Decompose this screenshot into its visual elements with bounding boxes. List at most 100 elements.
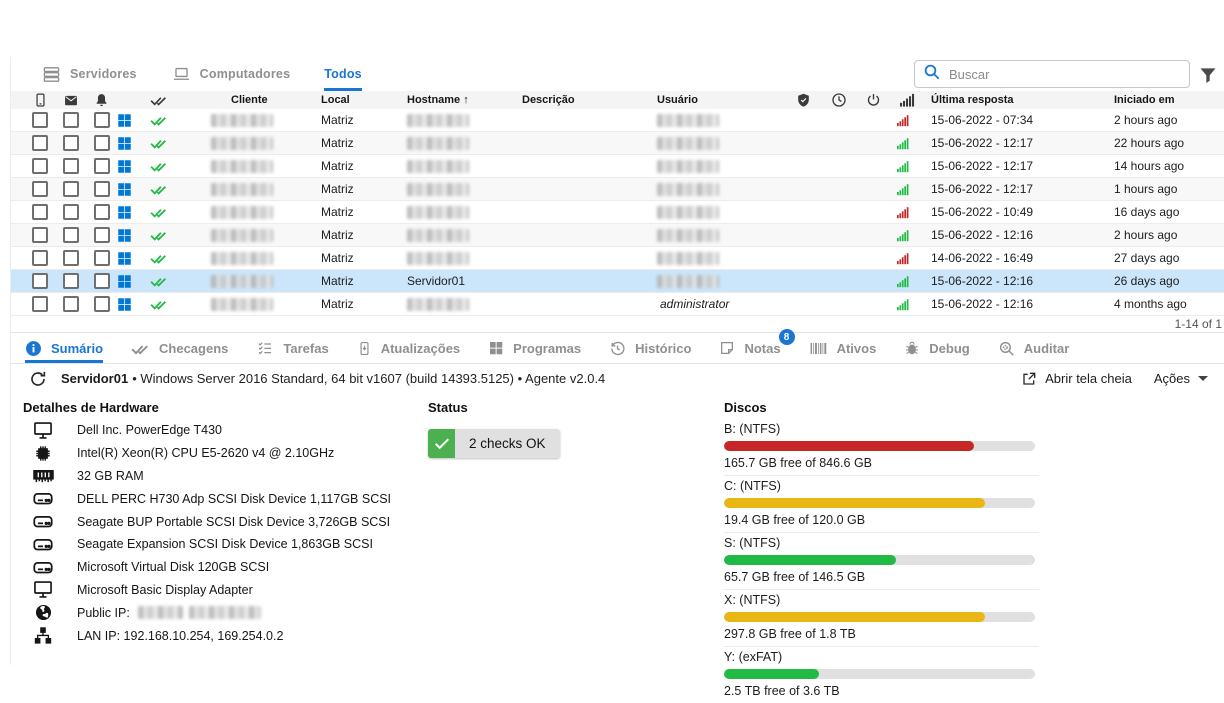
search-box[interactable] [914,60,1190,88]
tab-checagens[interactable]: Checagens [131,333,228,363]
blurred-text [657,252,719,265]
row-checkbox-2[interactable] [63,181,79,197]
tab-servidores[interactable]: Servidores [41,57,137,91]
table-row[interactable]: Matriz 15-06-2022 - 12:17 1 hours ago [11,178,1224,201]
cell-iniciado-em: 1 hours ago [1106,182,1224,196]
tab-todos[interactable]: Todos [324,57,362,91]
disk-item: S: (NTFS)65.7 GB free of 146.5 GB [724,533,1039,590]
shield-icon [786,92,821,108]
row-checkbox-2[interactable] [63,250,79,266]
column-header-ultima-resposta[interactable]: Última resposta [923,94,1106,106]
status-title: Status [428,400,724,415]
row-checkbox-2[interactable] [63,227,79,243]
actions-dropdown-button[interactable]: Ações [1154,371,1208,386]
cell-ultima-resposta: 14-06-2022 - 16:49 [923,251,1106,265]
row-checkbox-2[interactable] [63,112,79,128]
row-checkbox-2[interactable] [63,204,79,220]
notes-count-badge: 8 [779,329,795,345]
row-checkbox-3[interactable] [94,135,110,151]
audit-icon [998,340,1015,357]
cell-cliente [201,182,316,196]
table-row[interactable]: Matriz 15-06-2022 - 07:34 2 hours ago [11,109,1224,132]
cell-ultima-resposta: 15-06-2022 - 12:17 [923,159,1106,173]
filter-icon[interactable] [1198,65,1218,85]
disk-usage-bar [724,555,1035,565]
row-checkbox-1[interactable] [32,273,48,289]
column-header-hostname[interactable]: Hostname ↑ [401,94,516,106]
info-icon [25,340,42,357]
cell-iniciado-em: 27 days ago [1106,251,1224,265]
tab-auditar[interactable]: Auditar [998,333,1070,363]
tab-ativos[interactable]: Ativos [809,333,877,363]
row-checkbox-3[interactable] [94,296,110,312]
blurred-text [657,275,719,288]
row-checkbox-3[interactable] [94,273,110,289]
row-checkbox-3[interactable] [94,227,110,243]
tab-notas[interactable]: Notas8 [719,333,780,363]
greencheck-icon [144,113,201,127]
blurred-text [407,206,469,219]
row-checkbox-3[interactable] [94,181,110,197]
tab-histórico[interactable]: Histórico [609,333,691,363]
tab-sumário[interactable]: Sumário [25,333,103,363]
row-checkbox-3[interactable] [94,204,110,220]
row-checkbox-1[interactable] [32,158,48,174]
search-input[interactable] [949,67,1181,82]
greencheck-icon [144,159,201,173]
table-row[interactable]: Matriz 14-06-2022 - 16:49 27 days ago [11,247,1224,270]
row-checkbox-2[interactable] [63,135,79,151]
table-row[interactable]: Matriz 15-06-2022 - 12:17 14 hours ago [11,155,1224,178]
row-checkbox-2[interactable] [63,158,79,174]
disk-label: C: (NTFS) [724,479,1039,493]
chevron-down-icon [1198,376,1208,381]
row-checkbox-3[interactable] [94,250,110,266]
blurred-text [657,137,719,150]
windows-icon [117,182,144,197]
blurred-text [189,606,261,619]
tab-programas[interactable]: Programas [488,333,581,363]
row-checkbox-1[interactable] [32,227,48,243]
open-fullscreen-button[interactable]: Abrir tela cheia [1021,371,1132,387]
table-row[interactable]: Matriz 15-06-2022 - 12:17 22 hours ago [11,132,1224,155]
row-checkbox-1[interactable] [32,135,48,151]
pagination-label: 1-14 of 1 [11,316,1224,333]
row-checkbox-1[interactable] [32,204,48,220]
tab-tarefas[interactable]: Tarefas [256,333,328,363]
cell-iniciado-em: 4 months ago [1106,297,1224,311]
row-checkbox-2[interactable] [63,273,79,289]
column-header-usuario[interactable]: Usuário [651,94,786,106]
row-checkbox-3[interactable] [94,112,110,128]
column-header-cliente[interactable]: Cliente [201,94,316,106]
column-header-descricao[interactable]: Descrição [516,94,651,106]
hardware-item: 32 GB RAM [23,465,426,488]
signal-green-icon [891,183,923,196]
checks-ok-button[interactable]: 2 checks OK [428,429,560,458]
tab-debug[interactable]: Debug [904,333,969,363]
servers-icon [41,65,62,84]
column-header-iniciado-em[interactable]: Iniciado em [1106,94,1224,106]
cell-cliente [201,274,316,288]
row-checkbox-1[interactable] [32,112,48,128]
search-icon [923,63,941,86]
refresh-icon[interactable] [29,370,47,388]
row-checkbox-1[interactable] [32,250,48,266]
cell-usuario [651,182,786,196]
main-panel: Servidores Computadores Todos Cliente Loca… [10,57,1224,665]
row-checkbox-1[interactable] [32,181,48,197]
table-row[interactable]: Matriz 15-06-2022 - 10:49 16 days ago [11,201,1224,224]
row-checkbox-1[interactable] [32,296,48,312]
table-row[interactable]: Matriz 15-06-2022 - 12:16 2 hours ago [11,224,1224,247]
tab-atualizações[interactable]: Atualizações [357,333,460,363]
cell-usuario [651,228,786,242]
row-checkbox-3[interactable] [94,158,110,174]
table-row[interactable]: Matriz Servidor01 15-06-2022 - 12:16 26 … [11,270,1224,293]
row-checkbox-2[interactable] [63,296,79,312]
disks-title: Discos [724,400,1039,415]
history-icon [609,340,626,357]
column-header-local[interactable]: Local [316,94,401,106]
cell-local: Matriz [316,159,401,173]
tab-computadores[interactable]: Computadores [171,57,291,91]
table-row[interactable]: Matriz administrator 15-06-2022 - 12:16 … [11,293,1224,316]
cell-cliente [201,297,316,311]
blurred-text [211,275,273,288]
